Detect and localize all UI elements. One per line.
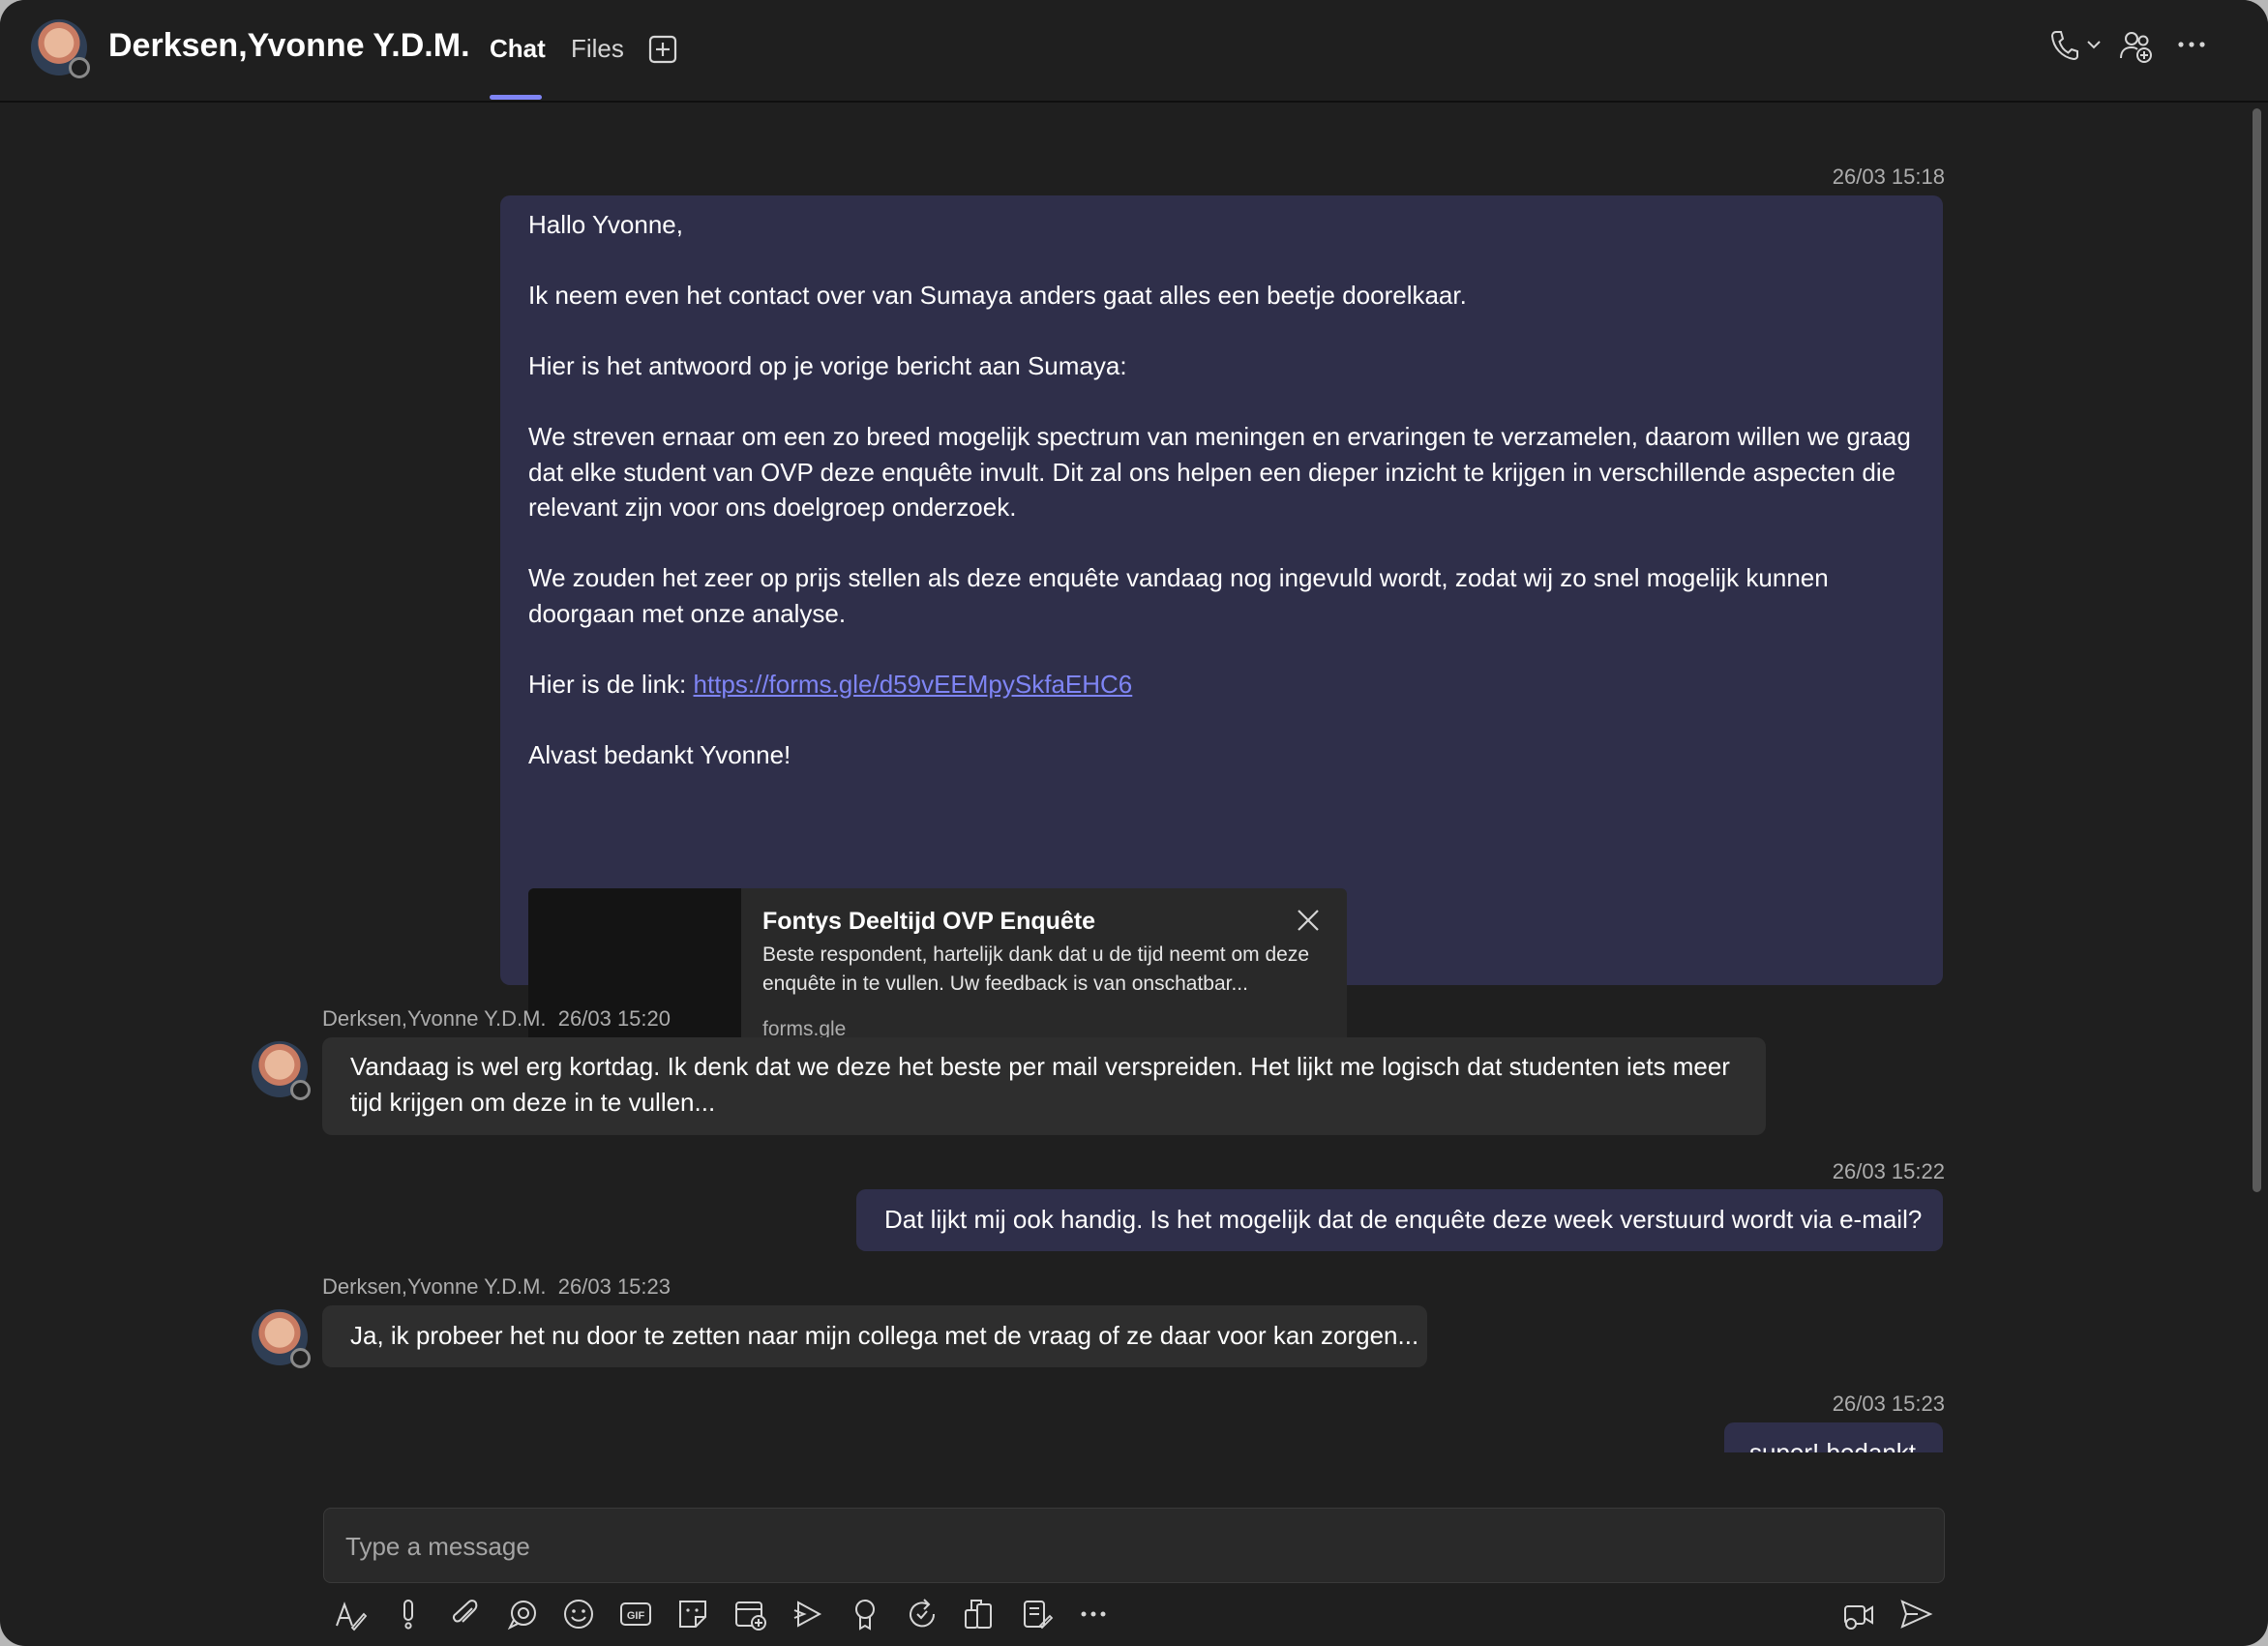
meet-now-icon[interactable] [1841, 1597, 1876, 1631]
link-prefix: Hier is de link: [528, 669, 687, 699]
gif-icon[interactable]: GIF [618, 1597, 653, 1631]
message-line: Hier is de link: https://forms.gle/d59vE… [528, 667, 1912, 703]
contact-name[interactable]: Derksen,Yvonne Y.D.M. [108, 27, 470, 65]
format-icon[interactable] [333, 1597, 368, 1631]
message-line: Ik neem even het contact over van Sumaya… [528, 281, 1467, 310]
add-tab-icon[interactable] [648, 35, 677, 64]
message-meta: Derksen,Yvonne Y.D.M. 26/03 15:23 [322, 1274, 671, 1300]
link-preview-thumbnail [528, 888, 741, 1061]
my-message-bubble[interactable]: Hallo Yvonne, Ik neem even het contact o… [500, 195, 1943, 985]
presence-status-icon [290, 1080, 311, 1100]
message-meta: Derksen,Yvonne Y.D.M. 26/03 15:20 [322, 1006, 671, 1032]
my-message-bubble[interactable]: super! bedankt [1724, 1422, 1943, 1452]
teams-chat-window: Derksen,Yvonne Y.D.M. Chat Files 26/03 1… [0, 0, 2268, 1646]
compose-box[interactable] [323, 1508, 1945, 1584]
their-message-bubble[interactable]: Vandaag is wel erg kortdag. Ik denk dat … [322, 1037, 1766, 1135]
message-line: Hallo Yvonne, [528, 210, 683, 239]
message-timestamp: 26/03 15:20 [557, 1006, 671, 1031]
contact-avatar[interactable] [31, 19, 90, 78]
stream-icon[interactable] [791, 1597, 825, 1631]
important-icon[interactable] [391, 1597, 426, 1631]
message-line: We zouden het zeer op prijs stellen als … [528, 563, 1829, 628]
message-body: Vandaag is wel erg kortdag. Ik denk dat … [350, 1052, 1730, 1117]
message-timestamp: 26/03 15:18 [1832, 165, 1945, 189]
sender-name: Derksen,Yvonne Y.D.M. [322, 1274, 547, 1299]
message-input[interactable] [343, 1509, 1925, 1584]
message-line: Hier is het antwoord op je vorige berich… [528, 351, 1127, 380]
chevron-down-icon[interactable] [2086, 39, 2102, 50]
message-body: Ja, ik probeer het nu door te zetten naa… [350, 1321, 1419, 1350]
link-preview-description: Beste respondent, hartelijk dank dat u d… [762, 943, 1310, 995]
updates-icon[interactable] [905, 1597, 940, 1631]
apps-icon[interactable] [962, 1597, 997, 1631]
attach-icon[interactable] [447, 1597, 482, 1631]
svg-text:GIF: GIF [627, 1610, 645, 1622]
call-icon[interactable] [2049, 29, 2078, 62]
more-icon[interactable] [1076, 1597, 1111, 1631]
sender-avatar[interactable] [252, 1309, 311, 1368]
schedule-meeting-icon[interactable] [733, 1597, 768, 1631]
my-message-bubble[interactable]: Dat lijkt mij ook handig. Is het mogelij… [856, 1189, 1943, 1251]
link-preview-card[interactable]: Fontys Deeltijd OVP Enquête Beste respon… [528, 888, 1347, 1061]
loop-icon[interactable] [505, 1597, 540, 1631]
tab-chat[interactable]: Chat [490, 34, 546, 64]
sticker-icon[interactable] [675, 1597, 710, 1631]
tab-files[interactable]: Files [571, 34, 624, 64]
sender-avatar[interactable] [252, 1041, 311, 1100]
message-body: super! bedankt [1749, 1438, 1917, 1452]
emoji-icon[interactable] [561, 1597, 596, 1631]
message-body: Hallo Yvonne, Ik neem even het contact o… [528, 207, 1912, 772]
message-timestamp: 26/03 15:23 [557, 1274, 671, 1299]
message-body: Dat lijkt mij ook handig. Is het mogelij… [884, 1205, 1923, 1234]
chat-header: Derksen,Yvonne Y.D.M. Chat Files [0, 0, 2268, 103]
scrollbar[interactable] [2253, 108, 2261, 1192]
message-timestamp: 26/03 15:22 [1832, 1159, 1945, 1183]
message-line: We streven ernaar om een zo breed mogeli… [528, 422, 1911, 522]
forms-icon[interactable] [1019, 1597, 1054, 1631]
message-line: Alvast bedankt Yvonne! [528, 739, 791, 769]
send-icon[interactable] [1898, 1597, 1933, 1631]
message-list[interactable]: 26/03 15:18 Hallo Yvonne, Ik neem even h… [0, 103, 2268, 1452]
praise-icon[interactable] [848, 1597, 882, 1631]
close-icon[interactable] [1296, 908, 1321, 933]
their-message-bubble[interactable]: Ja, ik probeer het nu door te zetten naa… [322, 1305, 1427, 1367]
link-preview-title: Fontys Deeltijd OVP Enquête [762, 908, 1096, 935]
presence-status-icon [69, 57, 90, 78]
message-timestamp: 26/03 15:23 [1832, 1392, 1945, 1416]
sender-name: Derksen,Yvonne Y.D.M. [322, 1006, 547, 1031]
add-people-icon[interactable] [2119, 29, 2154, 64]
form-link[interactable]: https://forms.gle/d59vEEMpySkfaEHC6 [694, 670, 1133, 699]
presence-status-icon [290, 1348, 311, 1368]
more-options-icon[interactable] [2177, 37, 2206, 52]
active-tab-indicator [490, 95, 542, 100]
